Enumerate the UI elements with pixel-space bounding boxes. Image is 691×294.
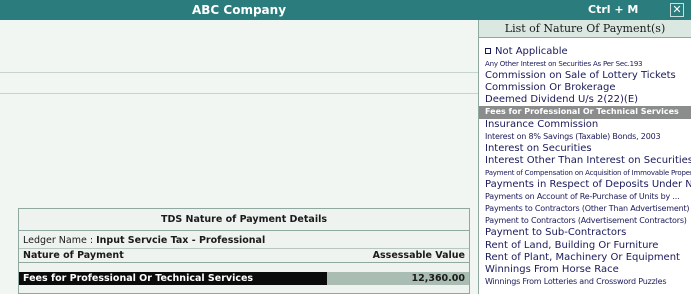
list-item[interactable]: Winnings From Lotteries and Crossword Pu… bbox=[485, 276, 691, 288]
divider bbox=[0, 72, 478, 73]
list-item[interactable]: Rent of Land, Building Or Furniture bbox=[485, 240, 691, 252]
checkbox-icon bbox=[485, 48, 491, 54]
tds-details-title: TDS Nature of Payment Details bbox=[19, 209, 469, 231]
panel-title: List of Nature Of Payment(s) bbox=[479, 20, 691, 38]
list-item[interactable]: Interest Other Than Interest on Securiti… bbox=[485, 155, 691, 167]
nature-of-payment-list-panel: List of Nature Of Payment(s) Not Applica… bbox=[478, 20, 691, 294]
list-item[interactable]: Payments on Account of Re-Purchase of Un… bbox=[485, 191, 691, 203]
column-header-value: Assessable Value bbox=[372, 250, 465, 261]
list-item[interactable]: Any Other Interest on Securities As Per … bbox=[485, 58, 691, 70]
list-item-selected[interactable]: Fees for Professional Or Technical Servi… bbox=[479, 106, 691, 119]
divider bbox=[0, 93, 478, 94]
shortcut-label: Ctrl + M bbox=[588, 3, 639, 16]
column-header-nature: Nature of Payment bbox=[23, 250, 124, 261]
list-item[interactable]: Interest on Securities bbox=[485, 143, 691, 155]
list-item[interactable]: Commission Or Brokerage bbox=[485, 82, 691, 94]
nature-of-payment-cell[interactable]: Fees for Professional Or Technical Servi… bbox=[19, 272, 327, 285]
tds-details-box: TDS Nature of Payment Details Ledger Nam… bbox=[18, 208, 470, 294]
table-row[interactable]: Fees for Professional Or Technical Servi… bbox=[19, 272, 469, 285]
list-item[interactable]: Deemed Dividend U/s 2(22)(E) bbox=[485, 94, 691, 106]
assessable-value-cell[interactable]: 12,360.00 bbox=[327, 272, 469, 285]
list-item[interactable]: Commission on Sale of Lottery Tickets bbox=[485, 70, 691, 82]
list-item[interactable]: Payment of Compensation on Acquisition o… bbox=[485, 167, 691, 179]
list-item[interactable]: Payment to Contractors (Advertisement Co… bbox=[485, 215, 691, 227]
close-icon: ✕ bbox=[672, 3, 682, 16]
list-item[interactable]: Payments in Respect of Deposits Under NS… bbox=[485, 179, 691, 191]
list-item[interactable]: Payment to Sub-Contractors bbox=[485, 227, 691, 239]
ledger-label: Ledger Name : bbox=[23, 235, 94, 246]
table-header: Nature of Payment Assessable Value bbox=[19, 248, 469, 263]
list-item[interactable]: Rent of Plant, Machinery Or Equipment bbox=[485, 252, 691, 264]
list-item[interactable]: Winnings From Horse Race bbox=[485, 264, 691, 276]
list-item[interactable]: Insurance Commission bbox=[485, 119, 691, 131]
ledger-line: Ledger Name : Input Servcie Tax - Profes… bbox=[23, 235, 265, 246]
list-item[interactable]: Interest on 8% Savings (Taxable) Bonds, … bbox=[485, 131, 691, 143]
nature-of-payment-list: Not Applicable Any Other Interest on Sec… bbox=[479, 46, 691, 288]
ledger-name: Input Servcie Tax - Professional bbox=[96, 235, 266, 246]
list-item[interactable]: Payments to Contractors (Other Than Adve… bbox=[485, 203, 691, 215]
list-item[interactable]: Not Applicable bbox=[485, 46, 691, 58]
close-button[interactable]: ✕ bbox=[670, 3, 684, 17]
company-name: ABC Company bbox=[191, 3, 287, 17]
